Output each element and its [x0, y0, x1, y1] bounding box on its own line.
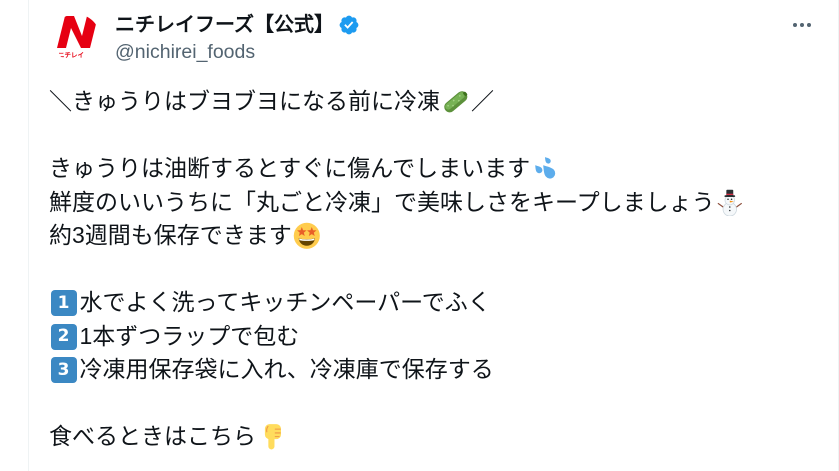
more-options-svg	[793, 23, 811, 27]
tweet-text: ＼きゅうりはブヨブヨになる前に冷凍 ／ きゅうりは油断するとすぐに傷んでしまいま…	[49, 85, 819, 454]
tweet-line-intro-2: 鮮度のいいうちに「丸ごと冷凍」で美味しさをキープしましょう	[49, 186, 819, 220]
nichirei-logo-icon: ニチレイ	[57, 16, 98, 59]
intro-text-2: 鮮度のいいうちに「丸ごと冷凍」で美味しさをキープしましょう	[49, 188, 715, 215]
author-handle[interactable]: @nichirei_foods	[115, 40, 255, 64]
keycap-2-icon: 2	[50, 323, 77, 350]
intro-text-1: きゅうりは油断するとすぐに傷んでしまいます	[49, 155, 531, 182]
tweet-line-headline: ＼きゅうりはブヨブヨになる前に冷凍 ／	[49, 85, 819, 119]
cucumber-emoji-icon	[442, 88, 470, 116]
avatar-logo-text: ニチレイ	[58, 51, 84, 59]
headline-text: ＼きゅうりはブヨブヨになる前に冷凍	[49, 88, 440, 115]
sweat-droplets-emoji-icon	[532, 155, 560, 183]
more-options-icon[interactable]	[790, 13, 814, 37]
keycap-1-icon: 1	[50, 290, 77, 316]
closing-text: 食べるときはこちら	[49, 423, 256, 450]
author-name[interactable]: ニチレイフーズ【公式】	[115, 13, 334, 37]
keycap-3-icon: 3	[50, 357, 77, 383]
step-text-2: 1本ずつラップで包む	[79, 322, 300, 349]
snowman-emoji-icon	[716, 189, 744, 217]
tweet-line-step-2: 2 1本ずつラップで包む	[49, 320, 819, 354]
pointing-down-emoji-icon	[258, 423, 286, 451]
tweet-line-step-1: 1 水でよく洗ってキッチンペーパーでふく	[49, 286, 819, 320]
star-struck-emoji-icon	[293, 222, 321, 250]
verified-badge-icon[interactable]	[338, 14, 360, 36]
tweet-line-intro-1: きゅうりは油断するとすぐに傷んでしまいます	[49, 152, 819, 186]
intro-text-3: 約3週間も保存できます	[49, 222, 292, 249]
step-text-1: 水でよく洗ってキッチンペーパーでふく	[79, 289, 491, 316]
headline-tail: ／	[470, 88, 494, 115]
tweet-line-step-3: 3 冷凍用保存袋に入れ、冷凍庫で保存する	[49, 353, 819, 387]
verified-badge-svg	[339, 15, 359, 35]
author-avatar[interactable]: ニチレイ	[52, 14, 100, 62]
author-name-row: ニチレイフーズ【公式】	[115, 13, 360, 37]
step-text-3: 冷凍用保存袋に入れ、冷凍庫で保存する	[79, 356, 494, 383]
tweet-card: ニチレイ ニチレイフーズ【公式】 @nichirei_foods ＼きゅうりはブ…	[28, 0, 839, 471]
tweet-line-closing: 食べるときはこちら	[49, 420, 819, 454]
tweet-line-intro-3: 約3週間も保存できます	[49, 219, 819, 253]
